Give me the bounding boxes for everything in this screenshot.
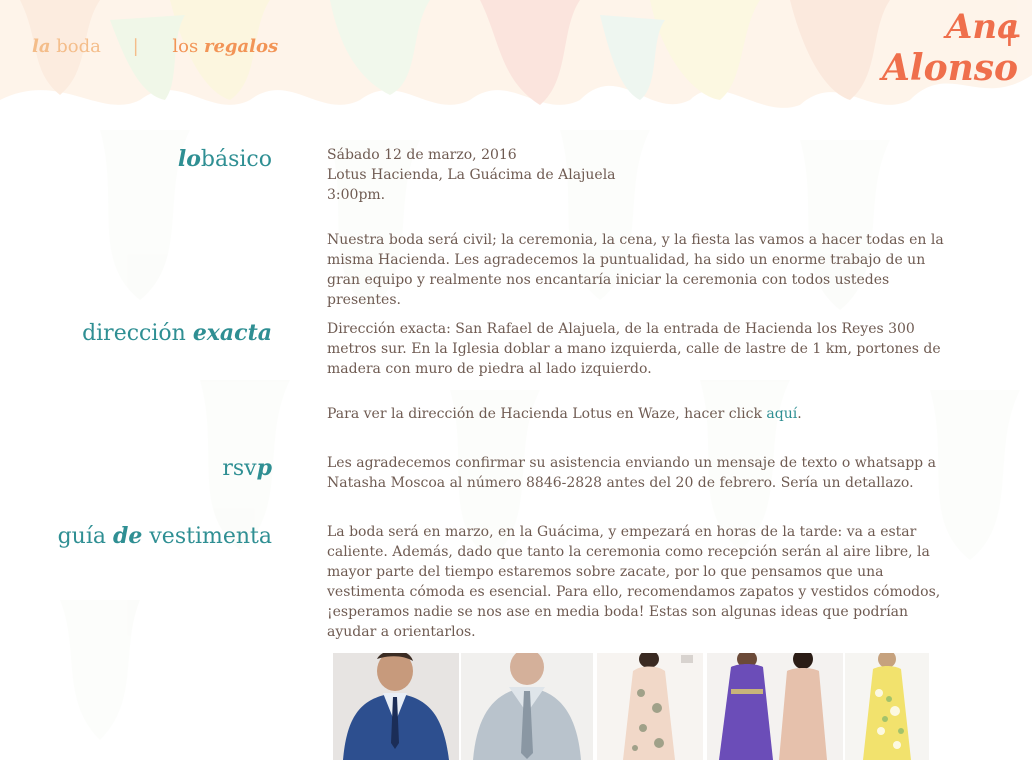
section-label-basico: lobásico (178, 146, 272, 172)
waze-link[interactable]: aquí (766, 406, 797, 422)
section-label-rsvp: rsvp (222, 455, 272, 481)
waze-end: . (797, 406, 802, 422)
label-direccion-em: exacta (192, 320, 272, 346)
nav-item-la-boda[interactable]: la boda (32, 36, 101, 57)
basico-date: Sábado 12 de marzo, 2016 (327, 147, 517, 163)
nav-boda-text: boda (56, 36, 101, 57)
outfit-photo-floral-dress (597, 653, 703, 760)
top-nav: la boda | los regalos (32, 36, 278, 57)
label-basico-em: lo (177, 146, 201, 172)
rsvp-paragraph: Les agradecemos confirmar su asistencia … (327, 455, 936, 491)
label-rsvp-em: p (256, 455, 272, 481)
basico-paragraph: Nuestra boda será civil; la ceremonia, l… (327, 232, 944, 308)
background-pattern (0, 0, 1032, 740)
basico-venue: Lotus Hacienda, La Guácima de Alajuela (327, 167, 616, 183)
section-label-vestimenta: guía de vestimenta (58, 523, 272, 549)
label-rsvp-pre: rsv (222, 456, 257, 481)
outfit-photo-grey-suit (461, 653, 593, 760)
label-direccion-rest: dirección (82, 321, 186, 346)
label-basico-rest: básico (200, 147, 272, 172)
waze-text: Para ver la dirección de Hacienda Lotus … (327, 406, 762, 422)
nav-item-los-regalos[interactable]: los regalos (172, 36, 278, 57)
direccion-paragraph: Dirección exacta: San Rafael de Alajuela… (327, 321, 941, 377)
waze-line: Para ver la dirección de Hacienda Lotus … (327, 404, 953, 424)
outfit-photo-yellow-dress (845, 653, 929, 760)
logo-alonso: Alonso (879, 47, 1018, 89)
vestimenta-paragraph: La boda será en marzo, en la Guácima, y … (327, 524, 941, 640)
label-vestimenta-pre: guía (57, 524, 106, 549)
outfit-photo-blue-blazer (333, 653, 459, 760)
label-vestimenta-em: de (112, 523, 143, 549)
nav-la-em: la (32, 36, 51, 57)
logo-ana-alonso[interactable]: Ana + Alonso (852, 0, 1032, 100)
section-label-direccion: dirección exacta (82, 320, 272, 346)
nav-los-text: los (172, 36, 199, 57)
nav-separator: | (132, 36, 139, 57)
outfit-gallery (333, 653, 931, 760)
basico-time: 3:00pm. (327, 187, 386, 203)
basico-details: Sábado 12 de marzo, 2016 Lotus Hacienda,… (327, 145, 953, 205)
outfit-photo-purple-gowns (707, 653, 843, 760)
nav-regalos-em: regalos (204, 36, 279, 57)
label-vestimenta-rest: vestimenta (149, 524, 272, 549)
